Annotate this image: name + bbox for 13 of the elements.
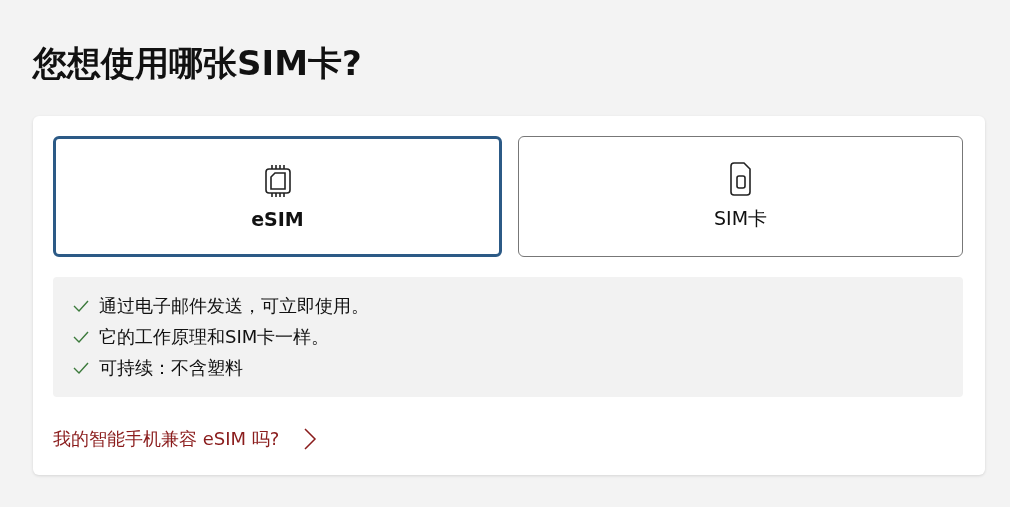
chip-icon: [262, 163, 293, 198]
benefit-text: 它的工作原理和SIM卡一样。: [99, 325, 330, 349]
check-icon: [73, 330, 89, 343]
page-title: 您想使用哪张SIM卡?: [33, 42, 363, 85]
chevron-right-icon: [303, 428, 318, 450]
check-icon: [73, 299, 89, 312]
sim-option[interactable]: eSIM: [53, 136, 502, 257]
sim-card-icon: [728, 161, 753, 196]
compatibility-link[interactable]: 我的智能手机兼容 eSIM 吗?: [53, 427, 318, 451]
sim-option[interactable]: SIM卡: [518, 136, 963, 257]
check-icon: [73, 361, 89, 374]
benefit-text: 通过电子邮件发送，可立即使用。: [99, 294, 369, 318]
benefit-text: 可持续：不含塑料: [99, 356, 243, 380]
